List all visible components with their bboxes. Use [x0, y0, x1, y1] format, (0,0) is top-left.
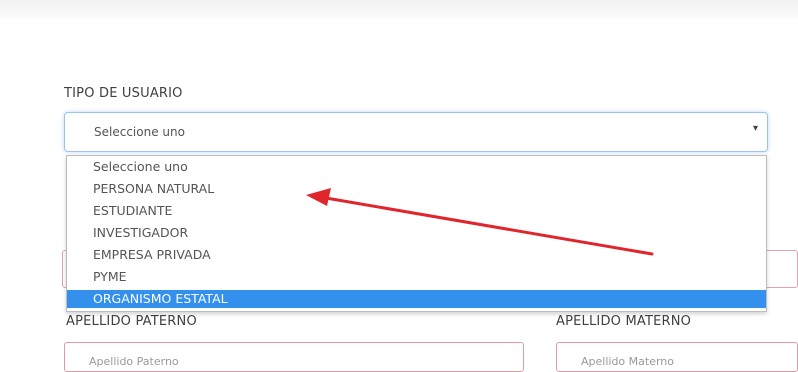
option-persona-natural[interactable]: PERSONA NATURAL	[67, 180, 766, 198]
top-bar	[0, 0, 798, 18]
option-estudiante[interactable]: ESTUDIANTE	[67, 202, 766, 220]
option-investigador[interactable]: INVESTIGADOR	[67, 224, 766, 242]
select-current-value: Seleccione uno	[94, 125, 185, 139]
option-empresa-privada[interactable]: EMPRESA PRIVADA	[67, 246, 766, 264]
tipo-de-usuario-select[interactable]: Seleccione uno ▾	[64, 112, 768, 152]
option-organismo-estatal[interactable]: ORGANISMO ESTATAL	[67, 290, 766, 308]
option-seleccione-uno[interactable]: Seleccione uno	[67, 158, 766, 176]
apellido-materno-input[interactable]: Apellido Materno	[556, 342, 798, 372]
apellido-paterno-input[interactable]: Apellido Paterno	[64, 342, 524, 372]
apellido-paterno-placeholder: Apellido Paterno	[89, 355, 179, 368]
tipo-de-usuario-label: TIPO DE USUARIO	[64, 86, 183, 101]
apellido-materno-label: APELLIDO MATERNO	[556, 314, 692, 329]
apellido-materno-placeholder: Apellido Materno	[581, 355, 674, 368]
caret-down-icon: ▾	[752, 123, 758, 134]
apellido-paterno-label: APELLIDO PATERNO	[66, 314, 197, 329]
select-dropdown-list: Seleccione uno PERSONA NATURAL ESTUDIANT…	[66, 155, 767, 312]
option-pyme[interactable]: PYME	[67, 268, 766, 286]
